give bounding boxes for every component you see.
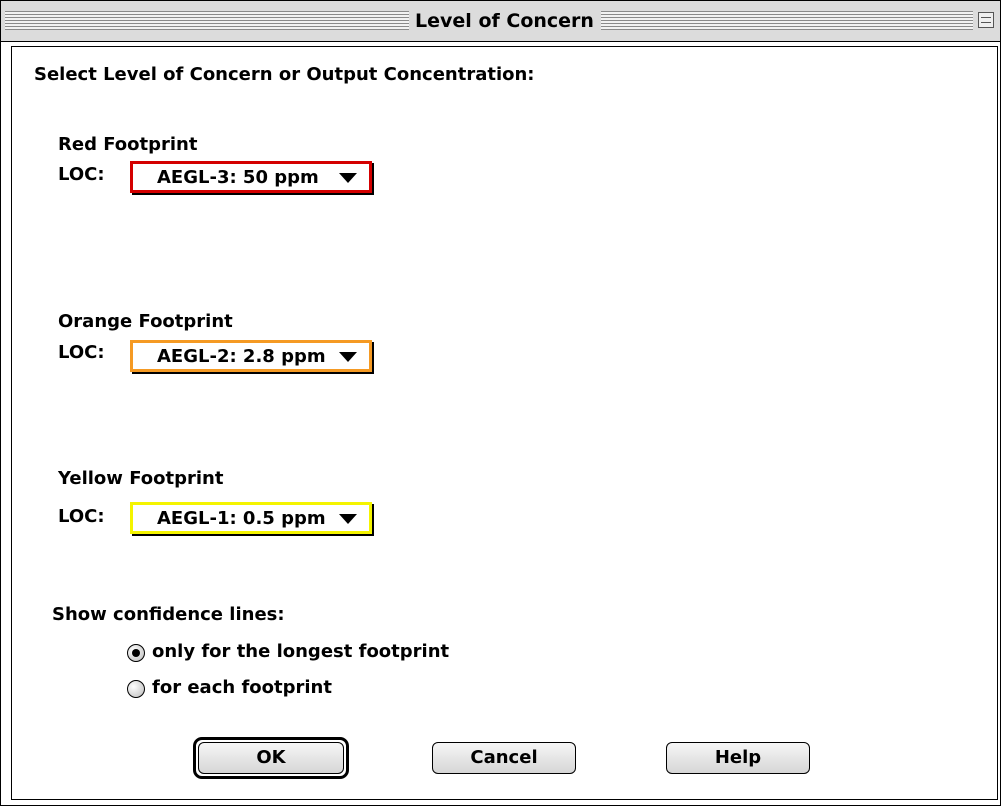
radio-longest-footprint-label[interactable]: only for the longest footprint <box>152 641 449 663</box>
yellow-loc-popup[interactable]: AEGL-1: 0.5 ppm <box>130 502 372 534</box>
yellow-loc-value: AEGL-1: 0.5 ppm <box>157 508 326 529</box>
orange-loc-popup[interactable]: AEGL-2: 2.8 ppm <box>130 340 372 372</box>
orange-footprint-heading: Orange Footprint <box>58 311 233 332</box>
level-of-concern-window: Level of Concern Select Level of Concern… <box>0 0 1001 806</box>
red-loc-popup[interactable]: AEGL-3: 50 ppm <box>130 161 372 193</box>
dialog-content: Select Level of Concern or Output Concen… <box>11 46 998 800</box>
window-title: Level of Concern <box>412 9 597 33</box>
red-footprint-heading: Red Footprint <box>58 134 198 155</box>
orange-loc-value: AEGL-2: 2.8 ppm <box>157 346 326 367</box>
orange-loc-label: LOC: <box>58 342 105 363</box>
yellow-loc-label: LOC: <box>58 506 105 527</box>
radio-each-footprint[interactable] <box>127 680 145 698</box>
title-bar[interactable]: Level of Concern <box>1 1 1000 42</box>
collapse-box-icon[interactable] <box>978 12 994 28</box>
title-bar-stripes-right <box>601 11 973 30</box>
radio-longest-footprint[interactable] <box>127 644 145 662</box>
radio-each-footprint-label[interactable]: for each footprint <box>152 677 332 699</box>
dropdown-arrow-icon <box>339 173 357 183</box>
ok-button[interactable]: OK <box>198 742 344 774</box>
title-bar-stripes-left <box>5 11 409 30</box>
cancel-button[interactable]: Cancel <box>432 742 576 774</box>
red-loc-value: AEGL-3: 50 ppm <box>157 167 319 188</box>
dropdown-arrow-icon <box>339 514 357 524</box>
help-button[interactable]: Help <box>666 742 810 774</box>
yellow-footprint-heading: Yellow Footprint <box>58 468 224 489</box>
prompt-text: Select Level of Concern or Output Concen… <box>34 64 535 85</box>
red-loc-label: LOC: <box>58 164 105 185</box>
confidence-heading: Show confidence lines: <box>52 604 285 625</box>
dropdown-arrow-icon <box>339 352 357 362</box>
